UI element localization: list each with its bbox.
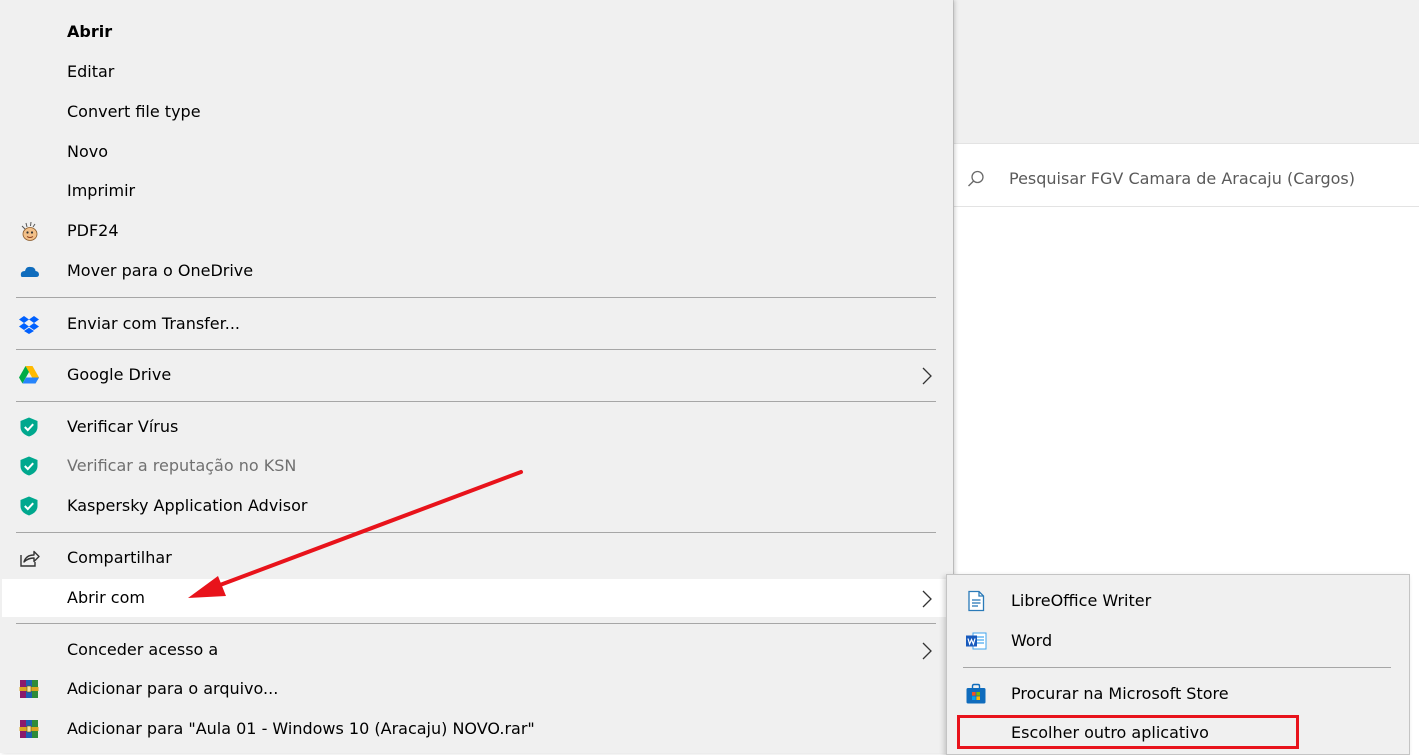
submenu-separator (963, 667, 1391, 668)
menu-item-kaspersky-advisor[interactable]: Kaspersky Application Advisor (2, 487, 948, 525)
menu-item-label: PDF24 (67, 221, 119, 240)
explorer-ribbon (954, 0, 1419, 144)
submenu-item-label: Procurar na Microsoft Store (1011, 684, 1229, 703)
menu-item-label: Kaspersky Application Advisor (67, 496, 308, 515)
winrar-icon (19, 720, 39, 738)
menu-item-novo[interactable]: Novo (2, 133, 948, 171)
chevron-right-icon (922, 642, 932, 660)
menu-item-verificar-virus[interactable]: Verificar Vírus (2, 408, 948, 446)
chevron-right-icon (922, 590, 932, 608)
menu-item-abrir[interactable]: Abrir (2, 13, 948, 51)
dropbox-icon (19, 316, 39, 334)
menu-item-label: Abrir (67, 22, 113, 41)
chevron-right-icon (922, 367, 932, 385)
menu-item-label: Editar (67, 62, 115, 81)
menu-item-google-drive[interactable]: Google Drive (2, 356, 948, 394)
submenu-item-libreoffice-writer[interactable]: LibreOffice Writer (949, 582, 1407, 620)
explorer-search-box[interactable]: Pesquisar FGV Camara de Aracaju (Cargos) (954, 156, 1419, 207)
menu-item-compartilhar[interactable]: Compartilhar (2, 539, 948, 577)
menu-separator (16, 532, 936, 533)
menu-item-label: Conceder acesso a (67, 640, 219, 659)
kaspersky-shield-icon (20, 456, 38, 476)
menu-item-abrir-com[interactable]: Abrir com (2, 579, 948, 617)
share-icon (20, 550, 40, 567)
search-input[interactable]: Pesquisar FGV Camara de Aracaju (Cargos) (1009, 169, 1355, 188)
menu-item-pdf24[interactable]: PDF24 (2, 212, 948, 250)
menu-item-label: Adicionar para o arquivo... (67, 679, 279, 698)
menu-item-label: Abrir com (67, 588, 145, 607)
winrar-icon (19, 680, 39, 698)
menu-item-enviar-transfer[interactable]: Enviar com Transfer... (2, 305, 948, 343)
search-icon (968, 170, 984, 187)
menu-item-adicionar-arquivo[interactable]: Adicionar para o arquivo... (2, 670, 948, 708)
menu-item-convert-file-type[interactable]: Convert file type (2, 93, 948, 131)
menu-item-editar[interactable]: Editar (2, 53, 948, 91)
kaspersky-shield-icon (20, 496, 38, 516)
submenu-item-label: Escolher outro aplicativo (1011, 723, 1209, 742)
menu-separator (16, 623, 936, 624)
menu-item-label: Mover para o OneDrive (67, 261, 254, 280)
submenu-item-escolher-outro-aplicativo[interactable]: Escolher outro aplicativo (949, 714, 1407, 752)
submenu-item-microsoft-store[interactable]: Procurar na Microsoft Store (949, 675, 1407, 713)
menu-item-label: Verificar a reputação no KSN (67, 456, 297, 475)
menu-item-mover-onedrive[interactable]: Mover para o OneDrive (2, 252, 948, 290)
menu-item-conceder-acesso[interactable]: Conceder acesso a (2, 631, 948, 669)
submenu-item-label: Word (1011, 631, 1053, 650)
submenu-item-label: LibreOffice Writer (1011, 591, 1152, 610)
menu-item-imprimir[interactable]: Imprimir (2, 172, 948, 210)
menu-item-label: Verificar Vírus (67, 417, 179, 436)
menu-item-label: Imprimir (67, 181, 136, 200)
microsoft-store-icon (966, 683, 986, 704)
pdf24-icon (21, 221, 38, 241)
word-icon (966, 632, 987, 650)
menu-item-label: Compartilhar (67, 548, 172, 567)
menu-item-adicionar-rar[interactable]: Adicionar para "Aula 01 - Windows 10 (Ar… (2, 710, 948, 748)
submenu-item-word[interactable]: Word (949, 622, 1407, 660)
menu-item-label: Google Drive (67, 365, 172, 384)
menu-separator (16, 297, 936, 298)
menu-item-label: Convert file type (67, 102, 201, 121)
menu-item-label: Novo (67, 142, 109, 161)
libreoffice-writer-icon (968, 590, 985, 612)
menu-item-label: Enviar com Transfer... (67, 314, 241, 333)
kaspersky-shield-icon (20, 417, 38, 437)
menu-separator (16, 349, 936, 350)
menu-item-label: Adicionar para "Aula 01 - Windows 10 (Ar… (67, 719, 535, 738)
open-with-submenu: LibreOffice Writer Word Procurar na Micr… (946, 574, 1410, 755)
google-drive-icon (19, 366, 39, 384)
context-menu: Abrir Editar Convert file type Novo Impr… (0, 0, 953, 753)
menu-separator (16, 401, 936, 402)
menu-item-verificar-reputacao-ksn: Verificar a reputação no KSN (2, 447, 948, 485)
onedrive-cloud-icon (20, 266, 39, 277)
